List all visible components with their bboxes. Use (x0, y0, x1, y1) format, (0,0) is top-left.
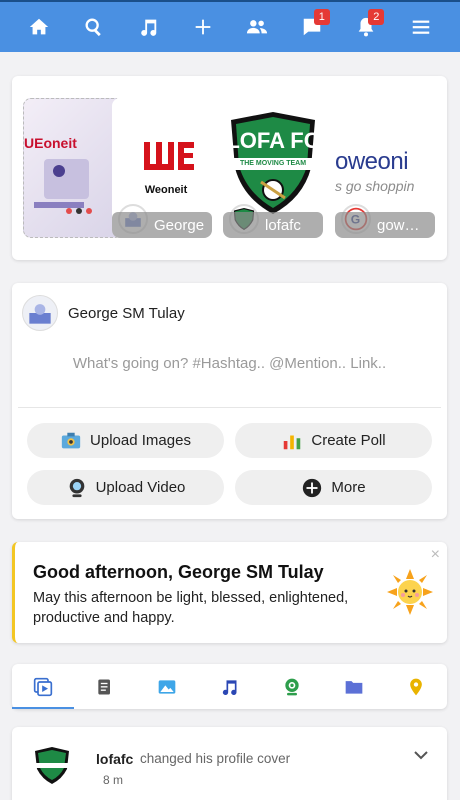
tab-places[interactable] (385, 664, 447, 709)
notifications-badge: 2 (368, 9, 385, 25)
webcam-icon (284, 678, 299, 695)
stories-carousel: UEoneit Weoneit George LOFA FC THE MOVIN… (12, 76, 447, 260)
greeting-message: May this afternoon be light, blessed, en… (33, 590, 349, 626)
bar-chart-icon (284, 435, 301, 449)
hamburger-icon (412, 20, 429, 34)
music-note-icon (223, 679, 237, 695)
tab-photos[interactable] (136, 664, 198, 709)
post-action-text: changed his profile cover (140, 751, 291, 766)
post-author[interactable]: lofafc (96, 751, 133, 767)
story-logo-text: LOFA FC (226, 128, 320, 153)
story-logo-sub: s go shoppin (335, 178, 415, 194)
create-poll-label: Create Poll (311, 432, 386, 449)
tab-text[interactable] (74, 664, 136, 709)
messages-button[interactable]: 1 (292, 7, 332, 47)
upload-images-button[interactable]: Upload Images (27, 423, 224, 458)
sun-icon (387, 569, 433, 615)
greeting-card: Good afternoon, George SM Tulay May this… (12, 542, 447, 643)
image-icon (159, 679, 176, 694)
chevron-down-icon[interactable] (413, 747, 429, 763)
story-logo-text: oweoni (335, 148, 409, 175)
tab-all[interactable] (12, 664, 75, 709)
create-poll-button[interactable]: Create Poll (235, 423, 432, 458)
music-button[interactable] (128, 7, 168, 47)
messages-badge: 1 (313, 9, 330, 25)
story-author: lofafc (223, 212, 323, 238)
feed-filter-tabs (12, 664, 447, 709)
more-button[interactable]: More (235, 470, 432, 505)
greeting-title: Good afternoon, George SM Tulay (33, 562, 324, 582)
story-author: gow… (335, 212, 435, 238)
story-card[interactable]: oweoni s go shoppin G gow… (335, 98, 435, 238)
search-icon (85, 18, 101, 37)
story-illustration (34, 159, 92, 214)
friends-button[interactable] (237, 7, 277, 47)
tab-video[interactable] (261, 664, 323, 709)
upload-video-button[interactable]: Upload Video (27, 470, 224, 505)
tab-music[interactable] (198, 664, 260, 709)
composer-header: George SM Tulay (22, 295, 185, 331)
home-icon (30, 18, 49, 35)
top-navigation-bar: 1 2 (0, 0, 460, 52)
post-input[interactable]: What's going on? #Hashtag.. @Mention.. L… (12, 355, 447, 372)
folder-icon (345, 680, 363, 694)
add-button[interactable] (183, 7, 223, 47)
upload-video-label: Upload Video (95, 479, 186, 496)
webcam-icon (69, 478, 84, 497)
close-button[interactable]: × (431, 546, 440, 564)
avatar[interactable] (22, 295, 58, 331)
more-label: More (331, 479, 366, 496)
people-icon (247, 20, 268, 34)
composer-user-name[interactable]: George SM Tulay (68, 305, 185, 322)
feed-post: lofafc changed his profile cover 8 m (12, 727, 447, 800)
location-pin-icon (410, 678, 422, 695)
story-author: George (112, 212, 212, 238)
story-card[interactable]: LOFA FC THE MOVING TEAM lofafc (223, 98, 323, 238)
music-note-icon (141, 19, 157, 36)
notifications-button[interactable]: 2 (346, 7, 386, 47)
post-timestamp: 8 m (103, 773, 124, 787)
plus-icon (195, 19, 211, 35)
menu-button[interactable] (401, 7, 441, 47)
post-composer: George SM Tulay What's going on? #Hashta… (12, 283, 447, 519)
document-icon (98, 679, 111, 694)
upload-images-label: Upload Images (90, 432, 191, 449)
story-card[interactable]: Weoneit George (112, 98, 212, 238)
story-card[interactable]: UEoneit (23, 98, 123, 238)
search-button[interactable] (74, 7, 114, 47)
avatar[interactable] (32, 745, 72, 785)
home-button[interactable] (19, 7, 59, 47)
plus-circle-icon (303, 478, 322, 497)
media-playlist-icon (33, 677, 53, 696)
story-logo-text: Weoneit (144, 184, 188, 196)
tab-files[interactable] (323, 664, 385, 709)
divider (18, 407, 441, 408)
story-logo-tagline: THE MOVING TEAM (239, 160, 307, 167)
camera-icon (61, 432, 81, 448)
